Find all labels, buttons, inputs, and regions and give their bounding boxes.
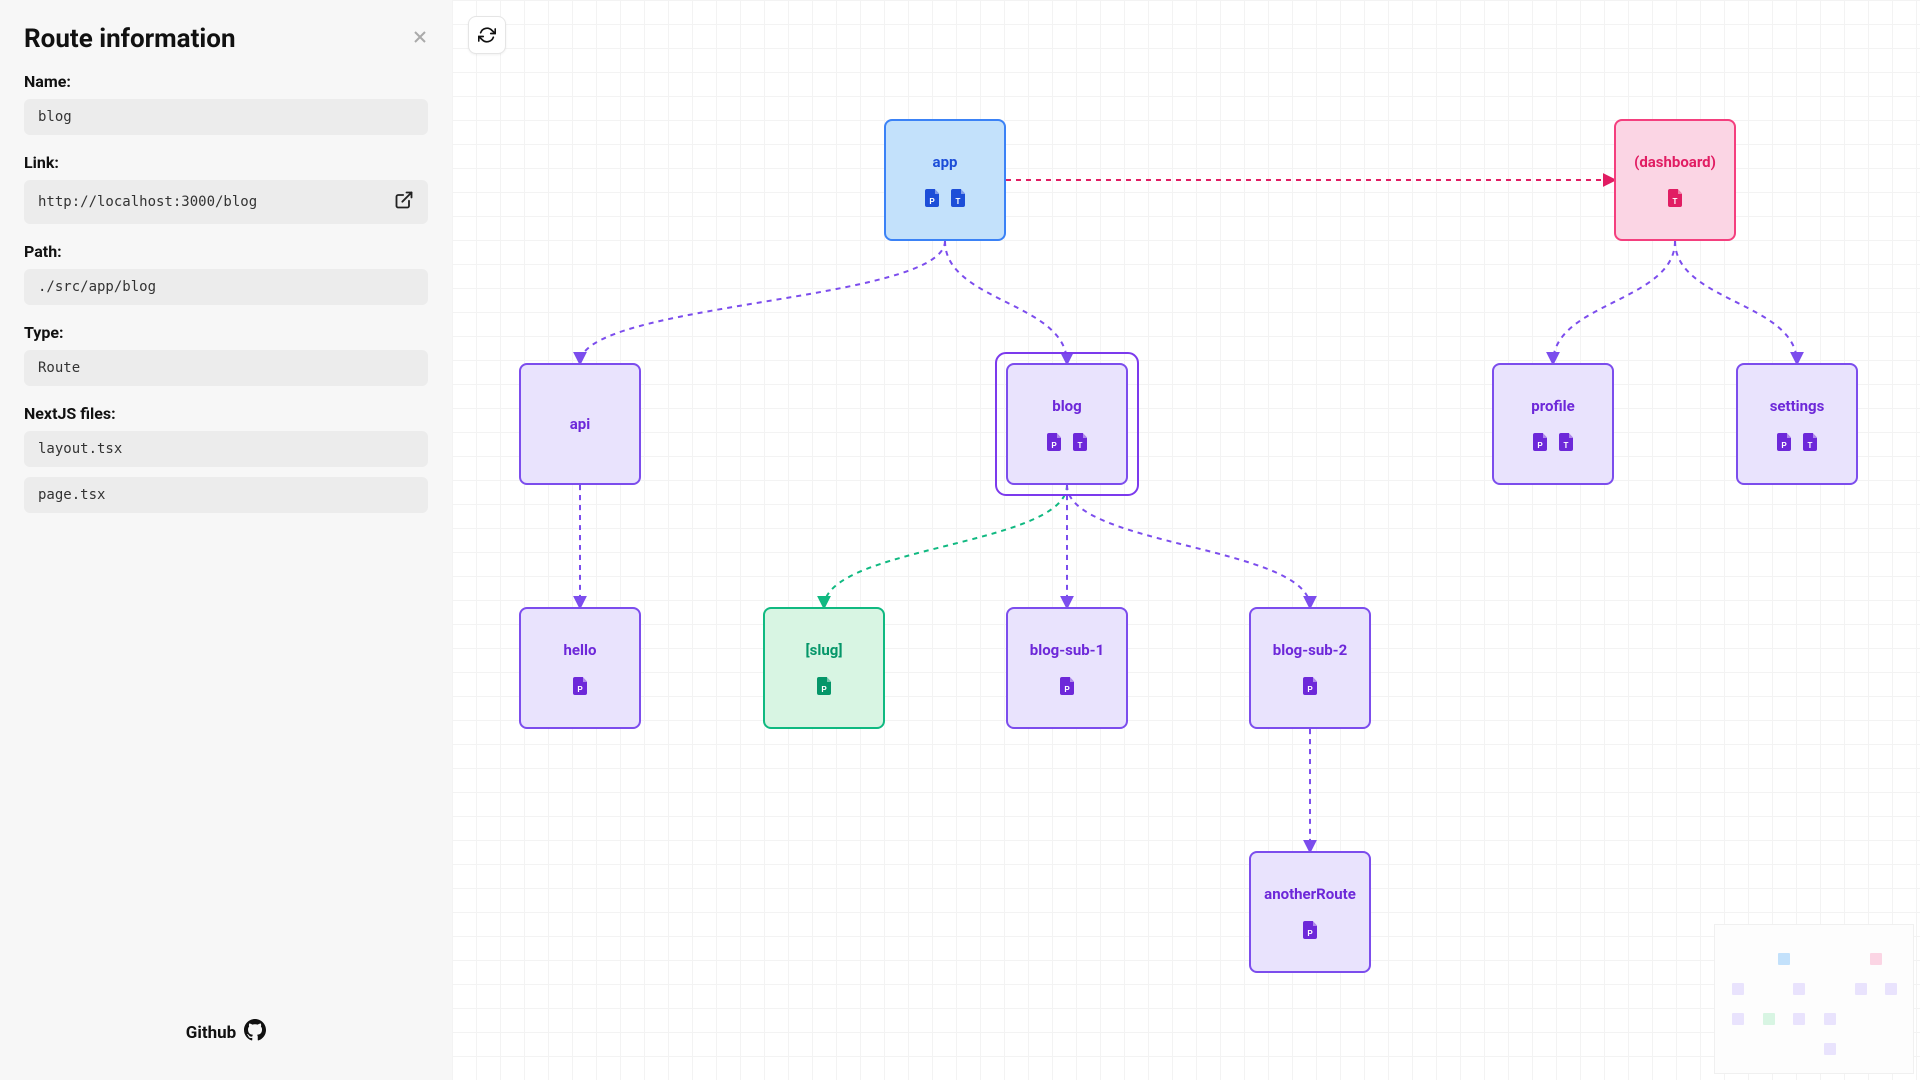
- file-icon: P: [817, 677, 831, 695]
- node-label: blog: [1052, 397, 1081, 415]
- link-value[interactable]: http://localhost:3000/blog: [24, 180, 428, 224]
- file-icon: T: [1559, 433, 1573, 451]
- file-icon: P: [925, 189, 939, 207]
- github-link[interactable]: Github: [24, 1019, 428, 1056]
- node-file-icons: P: [1303, 921, 1317, 939]
- link-label: Link:: [24, 153, 428, 172]
- name-label: Name:: [24, 72, 428, 91]
- node-label: api: [570, 415, 590, 433]
- file-icon: T: [1803, 433, 1817, 451]
- node-label: hello: [564, 641, 597, 659]
- node-label: settings: [1770, 397, 1825, 415]
- file-icon: P: [1303, 921, 1317, 939]
- file-icon: P: [1533, 433, 1547, 451]
- node-file-icons: PT: [925, 189, 965, 207]
- node-label: [slug]: [806, 641, 843, 659]
- node-file-icons: P: [1060, 677, 1074, 695]
- refresh-icon: [478, 26, 496, 44]
- file-item: layout.tsx: [24, 431, 428, 467]
- file-icon: T: [1668, 189, 1682, 207]
- node-file-icons: PT: [1047, 433, 1087, 451]
- canvas[interactable]: appPT(dashboard)TapiblogPTprofilePTsetti…: [452, 0, 1920, 1080]
- minimap-node: [1732, 983, 1744, 995]
- minimap-node: [1870, 953, 1882, 965]
- route-node-settings[interactable]: settings PT: [1736, 363, 1858, 485]
- path-label: Path:: [24, 242, 428, 261]
- refresh-button[interactable]: [468, 16, 506, 54]
- sidebar-title: Route information: [24, 24, 236, 54]
- minimap-node: [1732, 1013, 1744, 1025]
- minimap-node: [1763, 1013, 1775, 1025]
- minimap-node: [1793, 983, 1805, 995]
- close-icon[interactable]: [412, 28, 428, 50]
- route-node-profile[interactable]: profile PT: [1492, 363, 1614, 485]
- route-node-anotherRoute[interactable]: anotherRoute P: [1249, 851, 1371, 973]
- name-value: blog: [24, 99, 428, 135]
- file-icon: P: [573, 677, 587, 695]
- minimap-node: [1824, 1013, 1836, 1025]
- route-node-blogSub2[interactable]: blog-sub-2 P: [1249, 607, 1371, 729]
- node-file-icons: P: [1303, 677, 1317, 695]
- file-icon: P: [1777, 433, 1791, 451]
- file-icon: P: [1047, 433, 1061, 451]
- path-value: ./src/app/blog: [24, 269, 428, 305]
- file-icon: T: [951, 189, 965, 207]
- file-item: page.tsx: [24, 477, 428, 513]
- node-file-icons: T: [1668, 189, 1682, 207]
- route-node-slug[interactable]: [slug] P: [763, 607, 885, 729]
- node-label: anotherRoute: [1264, 885, 1356, 903]
- node-file-icons: P: [817, 677, 831, 695]
- route-node-hello[interactable]: hello P: [519, 607, 641, 729]
- node-label: blog-sub-1: [1030, 641, 1104, 659]
- node-label: blog-sub-2: [1273, 641, 1347, 659]
- file-icon: T: [1073, 433, 1087, 451]
- node-label: app: [933, 153, 958, 171]
- minimap-node: [1778, 953, 1790, 965]
- github-icon: [244, 1019, 266, 1046]
- sidebar: Route information Name: blog Link: http:…: [0, 0, 452, 1080]
- files-label: NextJS files:: [24, 404, 428, 423]
- node-label: (dashboard): [1634, 153, 1716, 171]
- minimap[interactable]: [1714, 924, 1914, 1074]
- type-label: Type:: [24, 323, 428, 342]
- node-file-icons: PT: [1777, 433, 1817, 451]
- file-icon: P: [1060, 677, 1074, 695]
- minimap-node: [1793, 1013, 1805, 1025]
- file-icon: P: [1303, 677, 1317, 695]
- node-file-icons: P: [573, 677, 587, 695]
- node-file-icons: PT: [1533, 433, 1573, 451]
- route-node-blogSub1[interactable]: blog-sub-1 P: [1006, 607, 1128, 729]
- route-node-api[interactable]: api: [519, 363, 641, 485]
- route-node-blog[interactable]: blog PT: [1006, 363, 1128, 485]
- minimap-node: [1855, 983, 1867, 995]
- type-value: Route: [24, 350, 428, 386]
- minimap-node: [1885, 983, 1897, 995]
- external-link-icon[interactable]: [394, 190, 414, 214]
- node-label: profile: [1531, 397, 1574, 415]
- route-node-app[interactable]: app PT: [884, 119, 1006, 241]
- minimap-node: [1824, 1043, 1836, 1055]
- route-node-dashboard[interactable]: (dashboard) T: [1614, 119, 1736, 241]
